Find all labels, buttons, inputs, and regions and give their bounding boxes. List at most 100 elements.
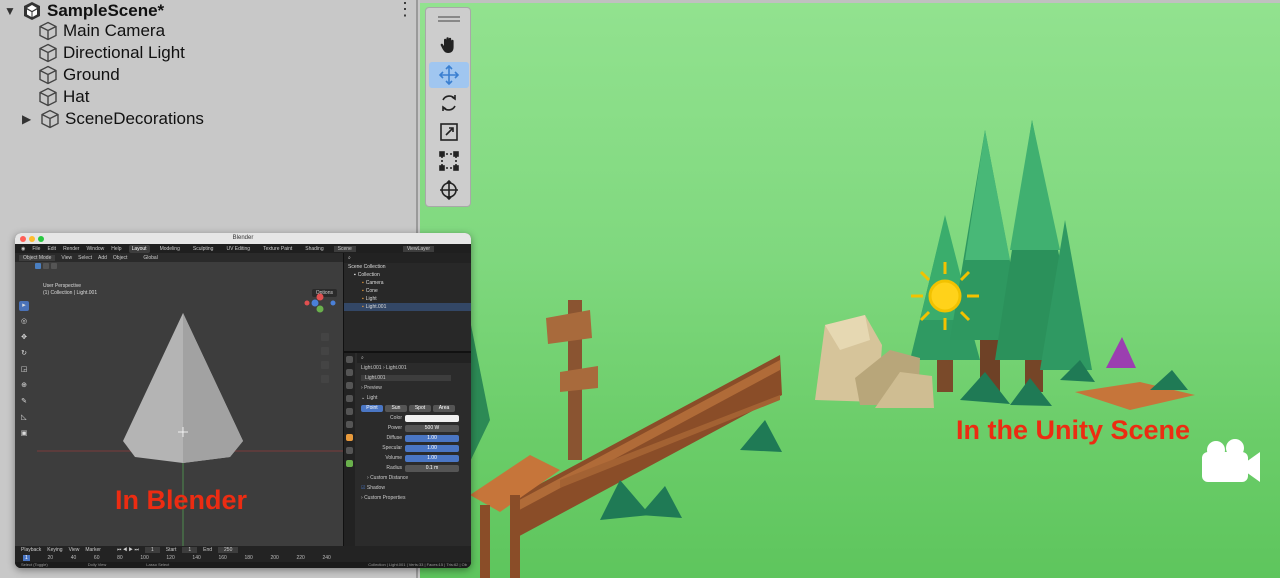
diffuse-field[interactable]: 1.00 [405, 434, 459, 442]
workspace-tab-uv-editing[interactable]: UV Editing [223, 245, 253, 253]
outliner-item-camera[interactable]: ▪ Camera [344, 279, 471, 287]
color-swatch[interactable] [405, 414, 459, 422]
light-object-icon: ▪ [362, 304, 364, 310]
rotate-tool-button[interactable] [429, 90, 469, 116]
timeline-menu-playback[interactable]: Playback [21, 547, 41, 553]
close-window-icon[interactable] [20, 236, 26, 242]
hand-tool-button[interactable] [429, 32, 469, 58]
light-object-icon: ▪ [362, 296, 364, 302]
rect-transform-icon [439, 151, 459, 171]
workspace-tab-layout[interactable]: Layout [128, 244, 150, 253]
drag-handle-icon[interactable] [438, 16, 460, 18]
blender-outliner: ⌕ Scene Collection ▪ Collection ▪ Camera ▪… [343, 253, 471, 351]
outliner-item-label: Cone [365, 288, 378, 294]
minimize-window-icon[interactable] [29, 236, 35, 242]
light-type-sun[interactable]: Sun [385, 404, 407, 412]
scene-tab-icon[interactable] [346, 408, 353, 415]
unity-scene-icon [24, 2, 40, 20]
scene-selector[interactable]: Scene [333, 245, 356, 252]
blender-window-title: Blender [232, 235, 254, 241]
hierarchy-item-main-camera[interactable]: Main Camera [38, 20, 165, 42]
signpost [546, 300, 598, 460]
timeline-menu-marker[interactable]: Marker [85, 547, 101, 553]
output-tab-icon[interactable] [346, 382, 353, 389]
workspace-tab-sculpting[interactable]: Sculpting [190, 245, 217, 253]
light-section-header[interactable]: ⌄ Light [357, 393, 471, 403]
light-type-spot[interactable]: Spot [409, 404, 431, 412]
world-tab-icon[interactable] [346, 421, 353, 428]
scene-view[interactable]: In the Unity Scene [420, 0, 1280, 578]
volume-field[interactable]: 1.00 [405, 454, 459, 462]
current-frame-field[interactable]: 1 [145, 547, 160, 553]
transform-tool-button[interactable] [429, 177, 469, 203]
workspace-tab-modeling[interactable]: Modeling [157, 245, 183, 253]
frame-number: 80 [117, 555, 123, 561]
outliner-header: ⌕ [344, 253, 471, 263]
shadow-checkbox[interactable]: ☑ [361, 485, 365, 491]
light-datablock-field[interactable]: Light.001 [361, 375, 451, 381]
expand-arrow-icon[interactable]: ▶ [22, 112, 34, 126]
move-tool-button[interactable] [429, 62, 469, 88]
power-field[interactable]: 500 W [405, 424, 459, 432]
shadow-header[interactable]: ☑ Shadow [357, 483, 471, 493]
rect-tool-button[interactable] [429, 148, 469, 174]
play-controls-icon[interactable]: ⏮ ◀ ▶ ⏭ [117, 547, 139, 553]
light-type-point[interactable]: Point [361, 404, 383, 412]
blender-top-menu: ◉ File Edit Render Window Help Layout Mo… [15, 244, 471, 253]
custom-properties-header[interactable]: › Custom Properties [357, 493, 471, 503]
timeline-frame-ruler[interactable]: 1 20 40 60 80 100 120 140 160 180 200 22… [15, 554, 471, 562]
scene-render [466, 120, 1260, 578]
status-scene-stats: Collection | Light.001 | Verts:33 | Face… [368, 562, 467, 567]
object-tab-icon[interactable] [346, 434, 353, 441]
outliner-item-light[interactable]: ▪ Light [344, 295, 471, 303]
frame-number: 220 [296, 555, 305, 561]
light-label: Light [366, 395, 378, 401]
menu-window[interactable]: Window [86, 246, 104, 252]
scene-root-row[interactable]: ▼ SampleScene* [4, 0, 164, 22]
volume-label: Volume [385, 455, 402, 461]
timeline-menu-view[interactable]: View [69, 547, 80, 553]
maximize-window-icon[interactable] [38, 236, 44, 242]
hierarchy-item-directional-light[interactable]: Directional Light [38, 42, 185, 64]
start-frame-field[interactable]: 1 [182, 547, 198, 553]
scale-tool-button[interactable] [429, 119, 469, 145]
light-datablock-row: Light.001 [357, 373, 471, 383]
properties-tabs [344, 353, 355, 546]
specular-field[interactable]: 1.00 [405, 444, 459, 452]
menu-help[interactable]: Help [111, 246, 121, 252]
outliner-item-light-001[interactable]: ▪ Light.001 [344, 303, 471, 311]
workspace-tab-shading[interactable]: Shading [302, 245, 326, 253]
outliner-scene-collection[interactable]: Scene Collection [344, 263, 471, 271]
preview-section-header[interactable]: › Preview [357, 383, 471, 393]
tool-tab-icon[interactable] [346, 356, 353, 363]
properties-search[interactable]: ⌕ [357, 353, 471, 363]
menu-render[interactable]: Render [63, 246, 79, 252]
light-type-area[interactable]: Area [433, 404, 455, 412]
menu-edit[interactable]: Edit [47, 246, 56, 252]
physics-tab-icon[interactable] [346, 447, 353, 454]
render-tab-icon[interactable] [346, 369, 353, 376]
blender-3d-viewport[interactable]: Object Mode View Select Add Object Globa… [15, 253, 343, 546]
frame-number: 140 [192, 555, 201, 561]
hierarchy-item-ground[interactable]: Ground [38, 64, 120, 86]
menu-file[interactable]: File [32, 246, 40, 252]
view-layer-selector[interactable]: ViewLayer [402, 245, 435, 252]
collection-icon: ▪ [354, 272, 356, 278]
radius-field[interactable]: 0.1 m [405, 464, 459, 472]
timeline-menu-keying[interactable]: Keying [47, 547, 62, 553]
hierarchy-item-scene-decorations[interactable]: ▶ SceneDecorations [22, 108, 204, 130]
light-data-tab-icon[interactable] [346, 460, 353, 467]
blender-status-bar: Select (Toggle) Dolly View Lasso Select … [15, 562, 471, 568]
blender-logo-icon[interactable]: ◉ [21, 246, 25, 252]
power-row: Power 500 W [357, 423, 471, 433]
workspace-tab-texture-paint[interactable]: Texture Paint [260, 245, 295, 253]
view-layer-tab-icon[interactable] [346, 395, 353, 402]
outliner-search-icon[interactable]: ⌕ [348, 255, 351, 261]
custom-distance-header[interactable]: › Custom Distance [357, 473, 471, 483]
hierarchy-item-hat[interactable]: Hat [38, 86, 89, 108]
outliner-item-cone[interactable]: ▪ Cone [344, 287, 471, 295]
end-frame-field[interactable]: 250 [218, 547, 239, 553]
collapse-arrow-icon[interactable]: ▼ [4, 4, 16, 18]
outliner-collection[interactable]: ▪ Collection [344, 271, 471, 279]
more-options-icon[interactable]: ⋮ [396, 0, 414, 18]
